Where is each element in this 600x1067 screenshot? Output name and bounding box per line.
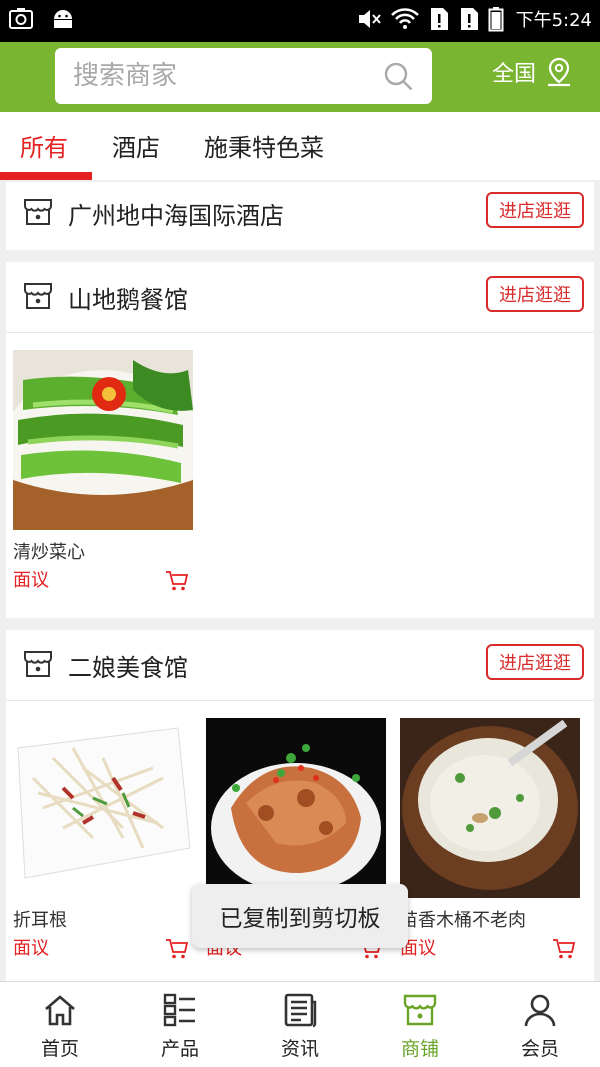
nav-home[interactable]: 首页 (0, 982, 120, 1067)
search-input[interactable] (73, 60, 373, 92)
visit-shop-button[interactable]: 进店逛逛 (486, 276, 584, 312)
sim-alert-icon (430, 8, 448, 30)
shopping-cart-icon[interactable] (165, 570, 189, 592)
nav-shops[interactable]: 商铺 (360, 982, 480, 1067)
shopping-cart-icon[interactable] (552, 938, 576, 960)
user-icon (524, 994, 556, 1027)
screenshot-icon (9, 8, 33, 29)
nav-label: 会员 (520, 1038, 559, 1060)
shop-card-header[interactable]: 广州地中海国际酒店 进店逛逛 (6, 178, 594, 248)
search-icon[interactable] (382, 60, 414, 92)
category-tabs: 所有 酒店 施秉特色菜 (0, 112, 600, 180)
shopping-cart-icon[interactable] (165, 938, 189, 960)
shop-name[interactable]: 二娘美食馆 (68, 648, 188, 683)
tab-shibing-specialty[interactable]: 施秉特色菜 (204, 128, 324, 163)
product-image[interactable] (13, 718, 193, 898)
store-icon (24, 283, 52, 309)
news-icon (284, 993, 317, 1028)
tab-hotel[interactable]: 酒店 (112, 128, 160, 163)
product-item[interactable]: 清炒菜心 面议 (13, 350, 193, 592)
nav-member[interactable]: 会员 (480, 982, 600, 1067)
product-image[interactable] (206, 718, 386, 898)
nav-label: 产品 (160, 1038, 199, 1060)
grid-list-icon (163, 993, 195, 1027)
shop-card: 山地鹅餐馆 进店逛逛 清炒菜心 面议 (6, 262, 594, 618)
clock: 下午5:24 (515, 10, 592, 31)
visit-shop-button[interactable]: 进店逛逛 (486, 192, 584, 228)
android-icon (54, 10, 72, 28)
product-image[interactable] (13, 350, 193, 530)
shop-name[interactable]: 山地鹅餐馆 (68, 280, 188, 315)
nav-label: 首页 (40, 1038, 79, 1060)
shop-card: 广州地中海国际酒店 进店逛逛 (6, 182, 594, 250)
store-icon (403, 994, 437, 1026)
product-item[interactable]: 苗香木桶不老肉 面议 (400, 718, 580, 960)
region-label: 全国 (492, 62, 537, 87)
tab-all[interactable]: 所有 (20, 128, 68, 163)
product-name[interactable]: 清炒菜心 (13, 538, 85, 564)
nav-label: 商铺 (400, 1038, 439, 1060)
product-price: 面议 (13, 570, 49, 591)
home-icon (45, 995, 75, 1026)
shop-card-header[interactable]: 二娘美食馆 进店逛逛 (6, 630, 594, 700)
divider (6, 700, 594, 701)
product-name[interactable]: 苗香木桶不老肉 (400, 906, 526, 932)
mute-icon (358, 10, 381, 28)
product-item[interactable]: 折耳根 面议 (13, 718, 193, 960)
store-icon (24, 199, 52, 225)
nav-label: 资讯 (280, 1038, 319, 1060)
battery-icon (488, 7, 504, 32)
wifi-icon (390, 8, 419, 29)
product-name[interactable]: 折耳根 (13, 906, 67, 932)
nav-news[interactable]: 资讯 (240, 982, 360, 1067)
status-bar: 下午5:24 (0, 0, 600, 42)
product-price: 面议 (13, 938, 49, 959)
region-selector[interactable]: 全国 (492, 56, 574, 88)
location-pin-icon (548, 57, 571, 87)
search-box[interactable] (55, 48, 432, 104)
bottom-navigation: 首页 产品 资讯 商铺 会员 (0, 981, 600, 1067)
nav-products[interactable]: 产品 (120, 982, 240, 1067)
shop-card-header[interactable]: 山地鹅餐馆 进店逛逛 (6, 262, 594, 332)
store-icon (24, 651, 52, 677)
divider (6, 332, 594, 333)
sim-alert-icon-2 (460, 8, 478, 30)
visit-shop-button[interactable]: 进店逛逛 (486, 644, 584, 680)
product-image[interactable] (400, 718, 580, 898)
shop-name[interactable]: 广州地中海国际酒店 (68, 196, 284, 231)
app-header: 全国 (0, 42, 600, 112)
toast-message: 已复制到剪切板 (192, 884, 408, 948)
